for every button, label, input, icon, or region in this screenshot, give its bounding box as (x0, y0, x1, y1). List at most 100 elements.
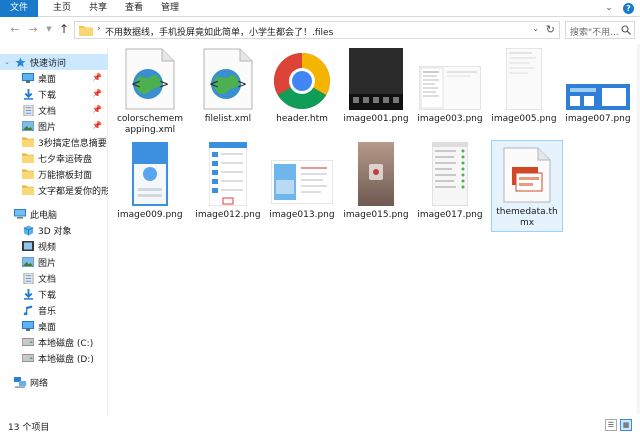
file-name: themedata.thmx (496, 207, 558, 228)
nav-documents[interactable]: 文档 📌 (0, 102, 108, 118)
nav-pc-downloads[interactable]: 下载 (0, 286, 108, 302)
nav-folder-3[interactable]: 万能擦板封面 (0, 166, 108, 182)
nav-pc-documents[interactable]: 文档 (0, 270, 108, 286)
documents-icon (22, 272, 34, 284)
pin-icon[interactable]: 📌 (92, 121, 102, 130)
folder-icon (22, 185, 34, 196)
drive-icon (22, 353, 34, 364)
details-view-icon[interactable]: ☰ (605, 419, 617, 431)
svg-text:<: < (131, 77, 141, 91)
recent-locations-chevron-icon[interactable]: ▼ (42, 22, 56, 36)
nav-label: 文档 (38, 274, 57, 285)
file-name: image012.png (195, 210, 261, 220)
file-name: image017.png (417, 210, 483, 220)
pin-icon[interactable]: 📌 (92, 105, 102, 114)
address-bar[interactable]: › 不用数据线，手机投屏竟如此简单，小学生都会了！.files ⌄ ↻ (74, 21, 560, 39)
tab-home[interactable]: 主页 (46, 0, 78, 17)
file-name: image005.png (491, 114, 557, 124)
file-name: image015.png (343, 210, 409, 220)
help-icon[interactable]: ? (623, 2, 634, 14)
nav-pc-desktop[interactable]: 桌面 (0, 318, 108, 334)
file-item[interactable]: image012.png (192, 140, 264, 224)
file-list: < > colorschememapping.xml < > filelist.… (110, 44, 640, 414)
drive-icon (22, 337, 34, 348)
file-item[interactable]: image017.png (414, 140, 486, 224)
network-icon (14, 376, 26, 388)
tab-share[interactable]: 共享 (82, 0, 114, 17)
image-thumbnail (349, 48, 403, 110)
search-icon (621, 25, 631, 35)
file-item[interactable]: image013.png (266, 140, 338, 224)
image-thumbnail (506, 48, 542, 110)
nav-label: 本地磁盘 (C:) (38, 338, 94, 349)
pin-icon[interactable]: 📌 (92, 73, 102, 82)
file-item-selected[interactable]: themedata.thmx (491, 140, 563, 232)
file-item[interactable]: image003.png (414, 44, 486, 128)
file-item[interactable]: image009.png (114, 140, 186, 224)
nav-drive-d[interactable]: 本地磁盘 (D:) (0, 350, 108, 366)
nav-pictures[interactable]: 图片 📌 (0, 118, 108, 134)
file-item[interactable]: header.htm (266, 44, 338, 128)
nav-folder-2[interactable]: 七夕幸运砖盘 (0, 150, 108, 166)
nav-videos[interactable]: 视频 (0, 238, 108, 254)
image-thumbnail (132, 142, 168, 206)
file-item[interactable]: < > filelist.xml (192, 44, 264, 128)
file-name: image003.png (417, 114, 483, 124)
nav-label: 快速访问 (30, 58, 67, 69)
search-input[interactable]: 搜索"不用... (565, 21, 635, 39)
tab-view[interactable]: 查看 (118, 0, 150, 17)
desktop-icon (22, 73, 34, 84)
download-icon (22, 88, 34, 100)
nav-music[interactable]: 音乐 (0, 302, 108, 318)
nav-label: 桌面 (38, 322, 57, 333)
pin-icon[interactable]: 📌 (92, 89, 102, 98)
nav-label: 3D 对象 (38, 226, 72, 237)
nav-network[interactable]: 网络 (0, 374, 108, 390)
file-item[interactable]: image007.png (562, 44, 634, 128)
nav-folder-1[interactable]: 3秒搞定信息摘要 (0, 134, 108, 150)
nav-label: 视频 (38, 242, 57, 253)
computer-icon (14, 209, 26, 220)
nav-pc-pictures[interactable]: 图片 (0, 254, 108, 270)
nav-3d-objects[interactable]: 3D 对象 (0, 222, 108, 238)
nav-quick-access[interactable]: ⌄ 快速访问 (0, 54, 108, 70)
nav-drive-c[interactable]: 本地磁盘 (C:) (0, 334, 108, 350)
nav-desktop[interactable]: 桌面 📌 (0, 70, 108, 86)
nav-this-pc[interactable]: 此电脑 (0, 206, 108, 222)
tab-manage[interactable]: 管理 (154, 0, 186, 17)
refresh-icon[interactable]: ↻ (546, 23, 555, 36)
nav-downloads[interactable]: 下载 📌 (0, 86, 108, 102)
file-name: filelist.xml (204, 114, 252, 124)
item-count: 13 个项目 (8, 423, 50, 433)
folder-icon (22, 137, 34, 148)
up-arrow-icon[interactable]: ↑ (57, 22, 71, 36)
tab-file[interactable]: 文件 (0, 0, 38, 17)
desktop-icon (22, 321, 34, 332)
breadcrumb-separator-icon[interactable]: › (97, 24, 101, 34)
search-placeholder: 搜索"不用... (570, 28, 619, 38)
file-item[interactable]: image001.png (340, 44, 412, 128)
file-name: image009.png (117, 210, 183, 220)
nav-label: 万能擦板封面 (38, 170, 93, 181)
file-item[interactable]: image005.png (488, 44, 560, 128)
forward-arrow-icon[interactable]: → (26, 22, 40, 36)
file-item[interactable]: image015.png (340, 140, 412, 224)
3d-objects-icon (22, 224, 34, 236)
back-arrow-icon[interactable]: ← (8, 22, 22, 36)
file-name: header.htm (276, 114, 328, 124)
expand-ribbon-icon[interactable]: ⌄ (603, 2, 615, 14)
nav-label: 网络 (30, 378, 49, 389)
file-item[interactable]: < > colorschememapping.xml (114, 44, 186, 140)
xml-file-icon: < > (125, 48, 175, 110)
nav-label: 此电脑 (30, 210, 58, 221)
address-path[interactable]: 不用数据线，手机投屏竟如此简单，小学生都会了！.files (105, 25, 333, 38)
status-bar: 13 个项目 ☰ ▦ (0, 416, 640, 434)
ribbon-tabs: 文件 主页 共享 查看 管理 ⌄ ? (0, 0, 640, 17)
nav-label: 图片 (38, 258, 57, 269)
large-icons-view-icon[interactable]: ▦ (620, 419, 632, 431)
nav-folder-4[interactable]: 文字都是爱你的形状 (0, 182, 108, 198)
address-history-chevron-icon[interactable]: ⌄ (532, 24, 539, 33)
address-row: ← → ▼ ↑ › 不用数据线，手机投屏竟如此简单，小学生都会了！.files … (0, 18, 640, 42)
expand-chevron-icon[interactable]: ⌄ (4, 58, 10, 66)
folder-icon (79, 26, 93, 36)
